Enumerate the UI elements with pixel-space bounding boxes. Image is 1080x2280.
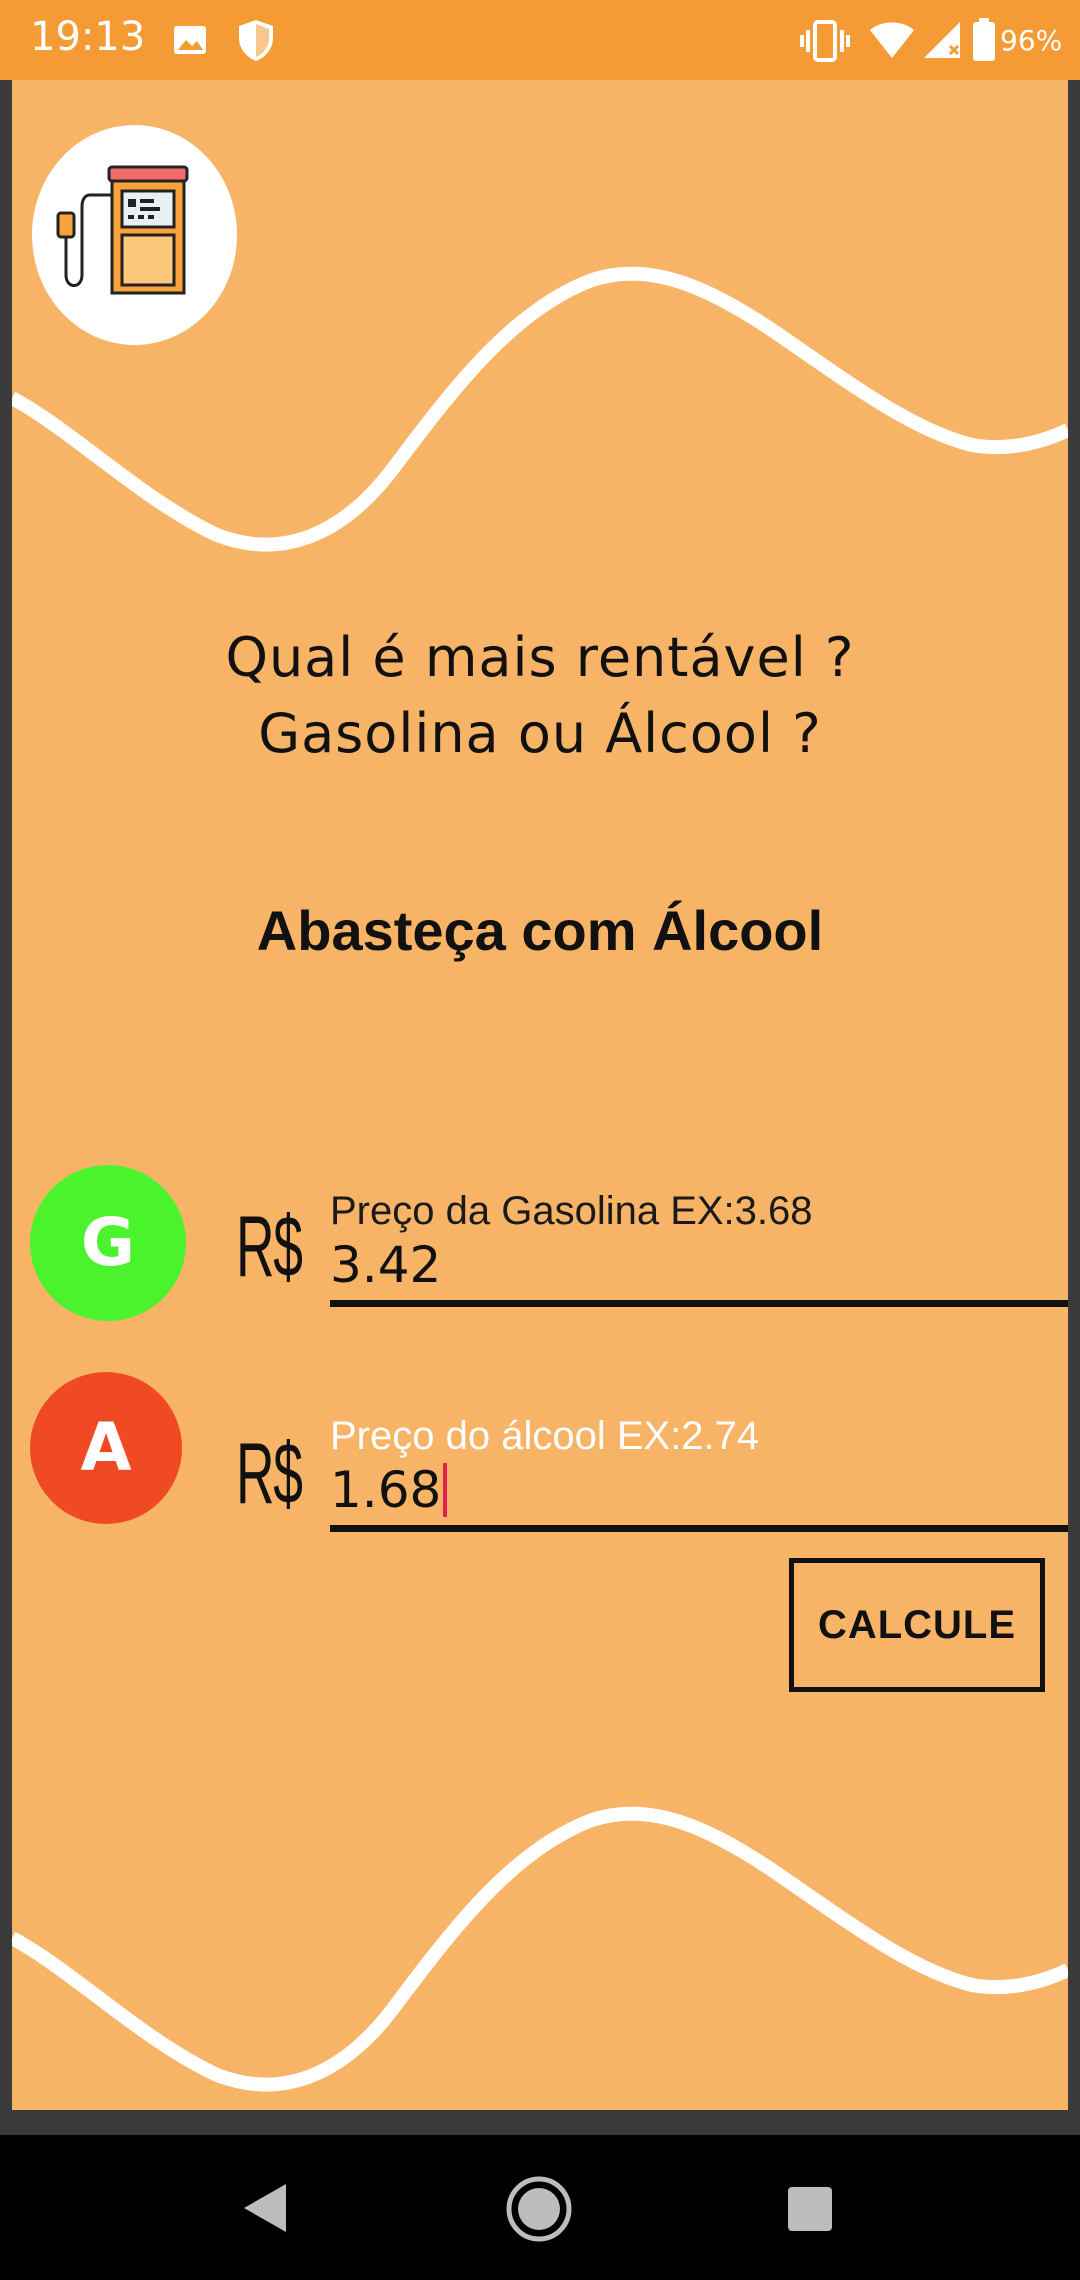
app-screen: Qual é mais rentável ? Gasolina ou Álcoo… xyxy=(12,80,1068,2110)
shield-icon xyxy=(239,20,273,61)
battery-icon xyxy=(973,18,995,61)
gas-pump-logo xyxy=(32,125,237,345)
back-icon[interactable] xyxy=(240,2180,290,2236)
alcohol-price-input[interactable]: 1.68 xyxy=(330,1459,1068,1521)
home-icon[interactable] xyxy=(505,2175,573,2243)
image-icon xyxy=(174,26,206,54)
calculate-button[interactable]: CALCULE xyxy=(789,1558,1045,1692)
gasoline-price-field[interactable]: Preço da Gasolina EX:3.68 3.42 xyxy=(330,1188,1068,1307)
gasoline-currency-label: R$ xyxy=(236,1199,303,1295)
alcohol-price-field[interactable]: Preço do álcool EX:2.74 1.68 xyxy=(330,1413,1068,1532)
battery-percent: 96% xyxy=(1000,24,1063,57)
alcohol-badge: A xyxy=(30,1372,182,1524)
gasoline-price-hint: Preço da Gasolina EX:3.68 xyxy=(330,1189,813,1233)
gasoline-price-input[interactable]: 3.42 xyxy=(330,1234,1068,1296)
gasoline-field-underline xyxy=(330,1300,1068,1307)
status-time: 19:13 xyxy=(30,14,146,60)
recents-icon[interactable] xyxy=(786,2185,834,2233)
question-text: Qual é mais rentável ? Gasolina ou Álcoo… xyxy=(12,620,1068,772)
gas-pump-icon xyxy=(56,165,189,295)
gasoline-badge: G xyxy=(30,1165,186,1321)
question-line-1: Qual é mais rentável ? xyxy=(225,626,855,689)
alcohol-currency-label: R$ xyxy=(236,1426,303,1522)
text-cursor xyxy=(443,1463,448,1517)
signal-icon xyxy=(924,22,960,58)
result-text: Abasteça com Álcool xyxy=(256,899,824,962)
decorative-waves xyxy=(12,266,1068,2092)
wifi-icon xyxy=(870,22,914,58)
question-line-2: Gasolina ou Álcool ? xyxy=(258,702,822,765)
gasoline-price-value: 3.42 xyxy=(330,1236,442,1294)
alcohol-price-value: 1.68 xyxy=(330,1461,442,1519)
alcohol-price-hint: Preço do álcool EX:2.74 xyxy=(330,1414,760,1458)
vibrate-icon xyxy=(800,20,850,62)
status-bar: 19:13 96% xyxy=(0,0,1080,80)
alcohol-field-underline xyxy=(330,1525,1068,1532)
navigation-bar xyxy=(0,2135,1080,2280)
